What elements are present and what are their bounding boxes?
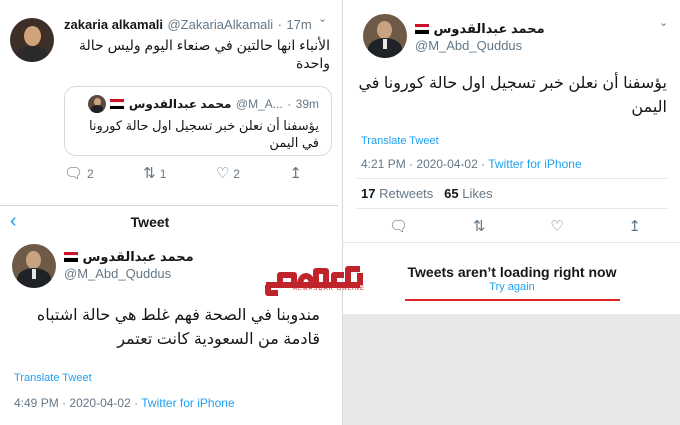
yemen-flag-icon bbox=[110, 99, 125, 109]
chevron-down-icon[interactable]: ⌄ bbox=[659, 18, 668, 29]
retweet-icon: ⇅ bbox=[143, 165, 156, 182]
like-count: 2 bbox=[233, 166, 240, 181]
tweet-text: الأنباء انها حالتين في صنعاء اليوم وليس … bbox=[78, 37, 330, 71]
heart-icon: ♡ bbox=[215, 165, 230, 182]
quoted-tweet[interactable]: محمد عبدالقدوس @M_A... · 39m يؤسفنا أن ن… bbox=[64, 86, 332, 156]
author-handle[interactable]: @M_Abd_Quddus bbox=[64, 266, 171, 281]
reply-button[interactable]: 🗨︎ 2 bbox=[64, 166, 94, 181]
translate-tweet-link[interactable]: Translate Tweet bbox=[361, 135, 439, 147]
retweet-icon[interactable]: ⇅ bbox=[473, 219, 486, 234]
heart-icon[interactable]: ♡ bbox=[550, 219, 563, 234]
try-again-link[interactable]: Try again bbox=[343, 281, 680, 293]
chevron-down-icon[interactable]: ⌄ bbox=[318, 14, 327, 25]
author-name[interactable]: zakaria alkamali bbox=[64, 17, 163, 32]
quoted-author-name: محمد عبدالقدوس bbox=[128, 97, 232, 112]
tweet-date: 2020-04-02 bbox=[69, 396, 131, 410]
separator: · bbox=[287, 97, 292, 112]
yemen-flag-icon bbox=[415, 23, 429, 34]
empty-timeline-area bbox=[343, 314, 680, 425]
quoted-time: 39m bbox=[295, 97, 319, 112]
author-handle[interactable]: @ZakariaAlkamali bbox=[167, 17, 273, 32]
tweet-actions: 🗨︎ 2 ⇅ 1 ♡ 2 ↥ bbox=[64, 166, 302, 181]
tweet-date: 2020-04-02 bbox=[416, 157, 478, 171]
tweet-source-link[interactable]: Twitter for iPhone bbox=[141, 396, 234, 410]
tweets-error-title: Tweets aren’t loading right now bbox=[407, 264, 617, 280]
quote-tweet-panel: zakaria alkamali @ZakariaAlkamali · 17m … bbox=[0, 0, 338, 205]
tweet-text: يؤسفنا أن نعلن خبر تسجيل اول حالة كورونا… bbox=[358, 75, 667, 116]
divider bbox=[343, 242, 680, 243]
tweet-time: 4:21 PM bbox=[361, 157, 406, 171]
original-tweet-panel: محمد عبدالقدوس @M_Abd_Quddus ⌄ يؤسفنا أن… bbox=[342, 0, 680, 425]
divider bbox=[357, 208, 667, 209]
avatar[interactable] bbox=[12, 244, 56, 288]
separator: · bbox=[409, 157, 414, 171]
tweet-time[interactable]: 17m bbox=[286, 17, 311, 32]
retweets-label: Retweets bbox=[379, 186, 434, 201]
page-title: Tweet bbox=[130, 214, 170, 230]
retweet-button[interactable]: ⇅ 1 bbox=[143, 166, 166, 181]
tweet-actions: 🗨︎ ⇅ ♡ ↥ bbox=[389, 219, 641, 234]
tweet-detail-panel: ‹ Tweet محمد عبدالقدوس @M_Abd_Quddus مند… bbox=[0, 205, 338, 425]
like-button[interactable]: ♡ 2 bbox=[216, 166, 240, 181]
watermark-subtitle: ALMASDAR ONLINE bbox=[293, 286, 366, 292]
divider bbox=[357, 178, 667, 179]
separator: · bbox=[277, 17, 282, 32]
reply-count: 2 bbox=[87, 166, 94, 181]
share-icon: ↥ bbox=[289, 165, 302, 182]
share-button[interactable]: ↥ bbox=[289, 166, 302, 181]
separator: · bbox=[62, 396, 67, 410]
tweet-source-link[interactable]: Twitter for iPhone bbox=[488, 157, 581, 171]
almasdar-logo bbox=[265, 266, 363, 296]
avatar[interactable] bbox=[363, 14, 407, 58]
quoted-author-handle: @M_A... bbox=[235, 97, 283, 112]
error-underline bbox=[405, 299, 620, 301]
retweet-count: 17 bbox=[361, 186, 376, 201]
tweet-time: 4:49 PM bbox=[14, 396, 59, 410]
retweet-count: 1 bbox=[159, 166, 167, 181]
avatar bbox=[87, 95, 106, 113]
like-count: 65 bbox=[444, 186, 459, 201]
avatar[interactable] bbox=[10, 18, 54, 62]
likes-stat[interactable]: 65 Likes bbox=[444, 186, 492, 201]
share-icon[interactable]: ↥ bbox=[628, 219, 641, 234]
author-handle[interactable]: @M_Abd_Quddus bbox=[415, 38, 522, 53]
quoted-tweet-text: يؤسفنا أن نعلن خبر تسجيل اول حالة كورونا… bbox=[88, 118, 319, 150]
reply-icon[interactable]: 🗨︎ bbox=[389, 219, 408, 234]
likes-label: Likes bbox=[462, 186, 493, 201]
reply-icon: 🗨︎ bbox=[64, 165, 84, 182]
separator: · bbox=[134, 396, 139, 410]
translate-tweet-link[interactable]: Translate Tweet bbox=[14, 372, 92, 384]
author-name[interactable]: محمد عبدالقدوس bbox=[433, 21, 544, 36]
tweet-text: مندوبنا في الصحة فهم غلط هي حالة اشتباه … bbox=[36, 307, 320, 348]
separator: · bbox=[481, 157, 486, 171]
author-name[interactable]: محمد عبدالقدوس bbox=[82, 249, 193, 264]
retweets-stat[interactable]: 17 Retweets bbox=[361, 186, 437, 201]
yemen-flag-icon bbox=[64, 251, 78, 262]
